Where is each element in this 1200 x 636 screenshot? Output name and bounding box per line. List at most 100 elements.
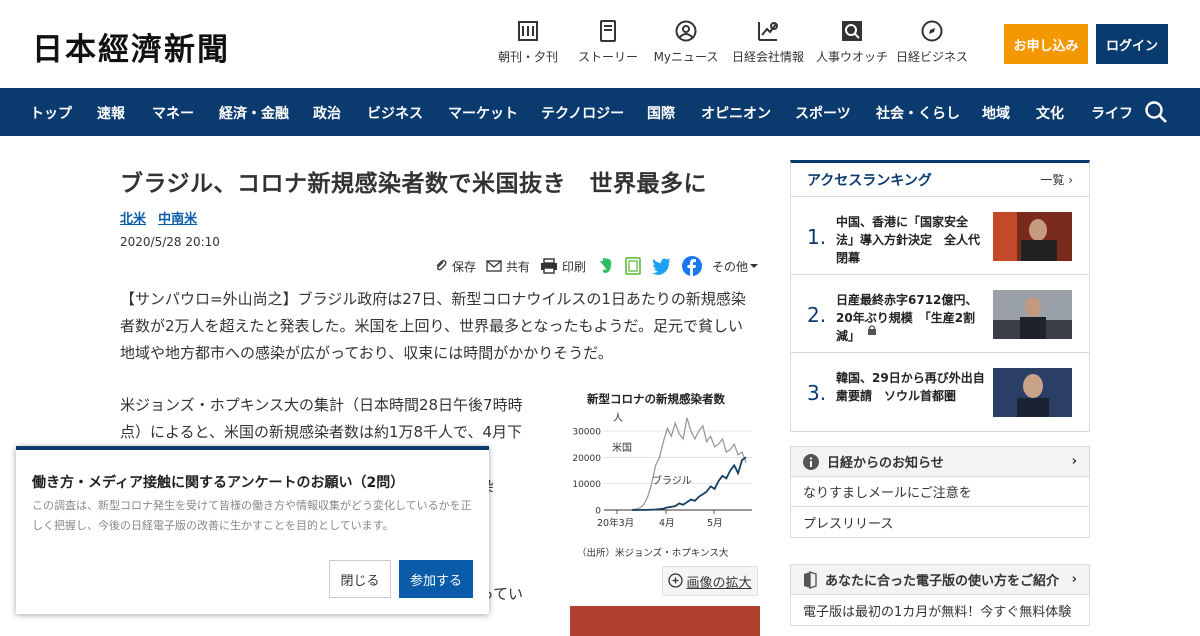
header-nav-paper[interactable]: 朝刊・夕刊 xyxy=(490,20,566,65)
header-nav-label: ストーリー xyxy=(577,50,638,64)
save-button[interactable]: 保存 xyxy=(434,258,476,275)
ranking-more-link[interactable]: 一覧 › xyxy=(1040,171,1073,188)
ranking-number: 2. xyxy=(807,303,827,327)
notice-box: 日経からのお知らせ › なりすましメールにご注意を プレスリリース xyxy=(790,446,1090,538)
ranking-title: アクセスランキング xyxy=(807,172,932,189)
chart-series xyxy=(631,417,747,511)
header-nav-story[interactable]: ストーリー xyxy=(570,20,646,65)
chart-icon xyxy=(758,22,778,41)
notice-item[interactable]: なりすましメールにご注意を xyxy=(791,477,1089,507)
chart-source: （出所）米ジョンズ・ホプキンス大 xyxy=(577,547,729,559)
survey-close-button[interactable]: 閉じる xyxy=(329,560,391,598)
survey-join-button[interactable]: 参加する xyxy=(399,560,473,598)
y-tick-label: 30000 xyxy=(572,428,601,438)
ranking-text: 韓国、29日から再び外出自粛要請 ソウル首都圏 xyxy=(836,371,985,403)
ranking-text: 中国、香港に「国家安全法」導入方針決定 全人代閉幕 xyxy=(836,215,981,265)
header-nav-label: 人事ウオッチ xyxy=(815,50,888,64)
promo-header[interactable]: あなたに合った電子版の使い方をご紹介 › xyxy=(791,565,1089,595)
x-tick-label: 5月 xyxy=(707,518,723,529)
tag-link[interactable]: 北米 xyxy=(120,212,146,227)
survey-title: 働き方・メディア接触に関するアンケートのお願い（2問） xyxy=(32,475,405,491)
ranking-item[interactable]: 1. 中国、香港に「国家安全法」導入方針決定 全人代閉幕 xyxy=(791,197,1089,275)
global-nav: トップ 速報 マネー 経済・金融 政治 ビジネス マーケット テクノロジー 国際… xyxy=(0,88,1200,136)
chevron-right-icon: › xyxy=(1071,454,1077,469)
header-nav-business[interactable]: 日経ビジネス xyxy=(894,20,970,65)
mail-icon xyxy=(486,260,502,272)
gnav-item[interactable]: 文化 xyxy=(1036,103,1064,123)
gnav-item[interactable]: 地域 xyxy=(982,103,1010,123)
gnav-item[interactable]: テクノロジー xyxy=(541,103,624,123)
caret-down-icon xyxy=(750,264,758,268)
zoom-in-icon xyxy=(668,573,684,588)
y-tick-label: 0 xyxy=(595,507,601,517)
article-figure: 新型コロナの新規感染者数 人 0 10000 20000 30000 20年3月 4月 5… xyxy=(570,388,760,596)
compass-icon xyxy=(921,20,943,42)
story-icon xyxy=(600,20,616,42)
gnav-item[interactable]: ビジネス xyxy=(367,103,423,123)
search-icon[interactable] xyxy=(1144,100,1168,124)
gnav-item[interactable]: 速報 xyxy=(97,103,125,123)
ranking-thumbnail xyxy=(993,212,1072,261)
notice-item[interactable]: プレスリリース xyxy=(791,507,1089,537)
article-date: 2020/5/28 20:10 xyxy=(120,235,220,250)
newspaper-icon xyxy=(518,21,538,41)
survey-text: この調査は、新型コロナ発生を受けて皆様の働き方や情報収集がどう変化しているかを正… xyxy=(32,499,472,532)
twitter-button[interactable] xyxy=(651,257,672,275)
gnav-item[interactable]: マーケット xyxy=(448,103,518,123)
ranking-text: 日産最終赤字6712億円、20年ぶり規模 「生産2割減」 xyxy=(836,293,978,343)
facebook-icon xyxy=(681,256,702,276)
gnav-item[interactable]: 社会・くらし xyxy=(876,103,960,123)
gnav-item[interactable]: ライフ xyxy=(1091,103,1133,123)
header-nav-label: 日経会社情報 xyxy=(731,50,804,64)
article-title: ブラジル、コロナ新規感染者数で米国抜き 世界最多に xyxy=(120,171,708,197)
facebook-button[interactable] xyxy=(681,256,702,276)
ranking-item[interactable]: 2. 日産最終赤字6712億円、20年ぶり規模 「生産2割減」 xyxy=(791,275,1089,353)
chart-y-ticks: 0 10000 20000 30000 xyxy=(572,428,601,517)
x-tick-label: 4月 xyxy=(659,518,675,529)
printer-icon xyxy=(540,258,557,274)
notice-header[interactable]: 日経からのお知らせ › xyxy=(791,447,1089,477)
ranking-number: 1. xyxy=(807,225,827,249)
ranking-item[interactable]: 3. 韓国、29日から再び外出自粛要請 ソウル首都圏 xyxy=(791,353,1089,431)
header-nav-label: 日経ビジネス xyxy=(895,50,968,64)
chart-unit: 人 xyxy=(613,412,623,424)
more-share-button[interactable]: その他 xyxy=(712,258,758,275)
note-button[interactable] xyxy=(624,257,642,275)
gnav-item[interactable]: 経済・金融 xyxy=(219,103,289,123)
ranking-number: 3. xyxy=(807,381,827,405)
header-nav-personnel[interactable]: 人事ウオッチ xyxy=(814,20,890,65)
covid-cases-chart: 新型コロナの新規感染者数 人 0 10000 20000 30000 20年3月 4月 5… xyxy=(572,392,752,559)
header-nav-label: Myニュース xyxy=(653,50,719,64)
body-line: 米ジョンズ・ホプキンス大の集計（日本時間28日午後7時時 xyxy=(120,396,523,414)
apply-button[interactable]: お申し込み xyxy=(1004,24,1088,64)
gnav-item[interactable]: オピニオン xyxy=(701,103,771,123)
series-label-brazil: ブラジル xyxy=(652,474,692,487)
article-photo[interactable] xyxy=(570,606,760,636)
tag-link[interactable]: 中南米 xyxy=(158,212,197,227)
print-button[interactable]: 印刷 xyxy=(540,258,586,275)
enlarge-image-button[interactable]: 画像の拡大 xyxy=(662,566,758,596)
article: ブラジル、コロナ新規感染者数で米国抜き 世界最多に 北米 中南米 2020/5/… xyxy=(120,160,760,636)
gnav-item[interactable]: トップ xyxy=(30,103,72,123)
login-button[interactable]: ログイン xyxy=(1096,24,1168,64)
share-button[interactable]: 共有 xyxy=(486,258,530,275)
header-nav-mynews[interactable]: Myニュース xyxy=(650,20,722,65)
gnav-item[interactable]: マネー xyxy=(152,103,194,123)
share-bar: 保存 共有 印刷 その他 xyxy=(424,256,758,276)
promo-text[interactable]: 電子版は最初の1カ月が無料！今すぐ無料体験 xyxy=(791,595,1089,625)
evernote-icon xyxy=(599,258,612,273)
gnav-item[interactable]: 国際 xyxy=(647,103,675,123)
notice-title: 日経からのお知らせ xyxy=(827,456,944,471)
body-line: 点）によると、米国の新規感染者数は約1万8千人で、4月下 xyxy=(120,423,522,441)
article-lead: 【サンパウロ=外山尚之】ブラジル政府は27日、新型コロナウイルスの1日あたりの新… xyxy=(120,290,746,362)
twitter-icon xyxy=(651,257,671,275)
site-logo[interactable]: 日本經濟新聞 xyxy=(32,24,230,69)
evernote-button[interactable] xyxy=(596,257,614,275)
ranking-header: アクセスランキング 一覧 › xyxy=(791,163,1089,197)
y-tick-label: 10000 xyxy=(572,480,601,490)
series-line xyxy=(631,417,747,511)
gnav-item[interactable]: 政治 xyxy=(313,103,341,123)
search-person-icon xyxy=(842,21,862,41)
header-nav-company[interactable]: 日経会社情報 xyxy=(726,20,810,65)
gnav-item[interactable]: スポーツ xyxy=(795,103,851,123)
